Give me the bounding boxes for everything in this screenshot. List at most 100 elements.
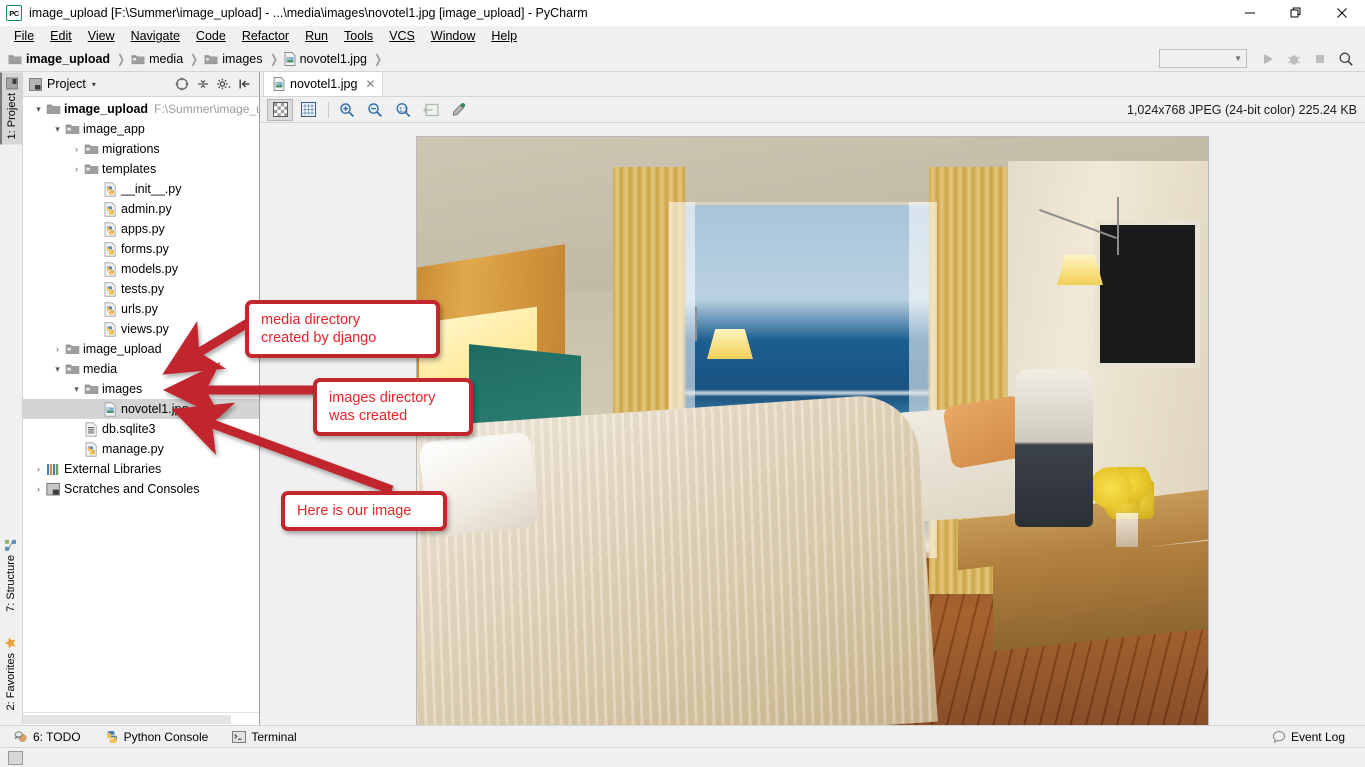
chevron-down-icon[interactable]: ▾: [51, 124, 64, 135]
menu-code[interactable]: Code: [188, 27, 234, 45]
tree-row-apps-py[interactable]: apps.py: [23, 219, 259, 239]
breadcrumb-label: images: [222, 51, 263, 66]
tree-row-label: admin.py: [121, 202, 172, 216]
todo-icon: [14, 730, 28, 743]
breadcrumb-separator: ❯: [190, 51, 198, 66]
menu-run[interactable]: Run: [297, 27, 336, 45]
tree-row-media[interactable]: ▾ media: [23, 359, 259, 379]
tab-novotel1-jpg[interactable]: novotel1.jpg ✕: [263, 71, 384, 96]
close-button[interactable]: [1319, 0, 1365, 26]
tree-row-image-upload[interactable]: ▾ image_upload F:\Summer\image_up: [23, 99, 259, 119]
tool-window-bar-right: Event Log: [1258, 728, 1365, 746]
maximize-restore-button[interactable]: [1273, 0, 1319, 26]
tree-row-label: Scratches and Consoles: [64, 482, 200, 496]
folder-icon: [131, 53, 145, 65]
pycharm-window: PC image_upload [F:\Summer\image_upload]…: [0, 0, 1365, 767]
collapse-all-icon[interactable]: [171, 74, 192, 94]
tool-button-event-log[interactable]: Event Log: [1262, 728, 1355, 746]
tool-window-bar: 6: TODO Python Console Terminal Event Lo…: [0, 725, 1365, 747]
breadcrumb-image-upload[interactable]: image_upload: [8, 52, 110, 66]
chevron-right-icon[interactable]: ›: [51, 344, 64, 354]
module-folder-icon: [83, 162, 100, 177]
menu-refactor[interactable]: Refactor: [234, 27, 297, 45]
chevron-right-icon[interactable]: ›: [70, 144, 83, 154]
menu-file[interactable]: File: [6, 27, 42, 45]
project-file-tree[interactable]: ▾ image_upload F:\Summer\image_up ▾ image_ap…: [23, 97, 259, 712]
chevron-down-icon[interactable]: ▾: [70, 384, 83, 395]
chevron-right-icon[interactable]: ›: [32, 484, 45, 494]
tree-row-admin-py[interactable]: admin.py: [23, 199, 259, 219]
minimize-button[interactable]: [1227, 0, 1273, 26]
run-button[interactable]: [1255, 48, 1281, 70]
stop-button[interactable]: [1307, 48, 1333, 70]
breadcrumb-separator: ❯: [374, 51, 382, 66]
chevron-down-icon[interactable]: ▾: [32, 104, 45, 115]
sidebar-item-project[interactable]: 1: Project: [0, 72, 22, 145]
tree-row-init-py[interactable]: __init__.py: [23, 179, 259, 199]
tree-row-tests-py[interactable]: tests.py: [23, 279, 259, 299]
zoom-out-button[interactable]: [362, 99, 388, 121]
breadcrumb-media[interactable]: media: [131, 52, 183, 66]
tool-button-todo[interactable]: 6: TODO: [4, 728, 91, 746]
tree-row-image-upload[interactable]: › image_upload: [23, 339, 259, 359]
debug-button[interactable]: [1281, 48, 1307, 70]
chevron-down-icon[interactable]: ▾: [51, 364, 64, 375]
settings-gear-icon[interactable]: [213, 74, 234, 94]
menu-edit[interactable]: Edit: [42, 27, 80, 45]
menu-vcs[interactable]: VCS: [381, 27, 423, 45]
image-file-icon: [102, 401, 119, 417]
menu-navigate[interactable]: Navigate: [123, 27, 188, 45]
tree-row-external-libraries[interactable]: › External Libraries: [23, 459, 259, 479]
tree-row-forms-py[interactable]: forms.py: [23, 239, 259, 259]
project-tool-window: Project ▾ ▾ image_upload F:\Summer\image_u…: [23, 72, 260, 725]
stripe-label: 1: Project: [6, 93, 18, 140]
run-configuration-selector[interactable]: ▼: [1159, 49, 1247, 68]
tree-row-image-app[interactable]: ▾ image_app: [23, 119, 259, 139]
tool-button-terminal[interactable]: Terminal: [222, 728, 306, 746]
tree-row-scratches-and-consoles[interactable]: › Scratches and Consoles: [23, 479, 259, 499]
tree-row-views-py[interactable]: views.py: [23, 319, 259, 339]
tree-row-label: templates: [102, 162, 157, 176]
project-icon: [6, 77, 18, 89]
project-horizontal-scrollbar[interactable]: [23, 712, 259, 725]
search-everywhere-button[interactable]: [1333, 48, 1359, 70]
menu-tools[interactable]: Tools: [336, 27, 381, 45]
actual-size-button[interactable]: 1:1: [390, 99, 416, 121]
chevron-right-icon[interactable]: ›: [70, 164, 83, 174]
hide-panel-icon[interactable]: [234, 74, 255, 94]
breadcrumb-images[interactable]: images: [204, 51, 263, 66]
color-picker-button[interactable]: [446, 99, 472, 121]
menu-view[interactable]: View: [80, 27, 123, 45]
tree-row-images[interactable]: ▾ images: [23, 379, 259, 399]
tree-row-label: urls.py: [121, 302, 158, 316]
tree-row-templates[interactable]: › templates: [23, 159, 259, 179]
sidebar-item-structure[interactable]: 7: Structure: [0, 534, 22, 617]
sidebar-item-favorites[interactable]: 2: Favorites: [0, 631, 22, 715]
scrollbar-thumb[interactable]: [23, 715, 231, 724]
project-panel-tools: [171, 74, 259, 94]
toggle-grid-button[interactable]: [295, 99, 321, 121]
tool-button-label: Python Console: [123, 729, 209, 744]
tree-row-urls-py[interactable]: urls.py: [23, 299, 259, 319]
chevron-right-icon[interactable]: ›: [32, 464, 45, 474]
left-tool-stripe: 1: Project 7: Structure 2: Favorites: [0, 72, 23, 725]
tool-button-python-console[interactable]: Python Console: [95, 728, 219, 746]
toggle-transparency-grid-button[interactable]: [267, 98, 293, 121]
tree-row-novotel1-jpg[interactable]: novotel1.jpg: [23, 399, 259, 419]
expand-all-icon[interactable]: [192, 74, 213, 94]
project-icon: [29, 77, 42, 91]
breadcrumb-novotel1-jpg[interactable]: novotel1.jpg: [284, 52, 367, 66]
tree-row-db-sqlite3[interactable]: db.sqlite3: [23, 419, 259, 439]
menu-window[interactable]: Window: [423, 27, 483, 45]
memory-indicator-icon[interactable]: [8, 750, 23, 765]
zoom-in-button[interactable]: [334, 99, 360, 121]
close-icon[interactable]: ✕: [365, 77, 375, 91]
fit-to-window-button[interactable]: [418, 99, 444, 121]
tree-row-migrations[interactable]: › migrations: [23, 139, 259, 159]
tree-row-label: views.py: [121, 322, 169, 336]
chevron-down-icon[interactable]: ▾: [92, 80, 96, 89]
menu-help[interactable]: Help: [483, 27, 525, 45]
tree-row-models-py[interactable]: models.py: [23, 259, 259, 279]
tree-row-manage-py[interactable]: manage.py: [23, 439, 259, 459]
image-canvas[interactable]: [261, 123, 1365, 725]
